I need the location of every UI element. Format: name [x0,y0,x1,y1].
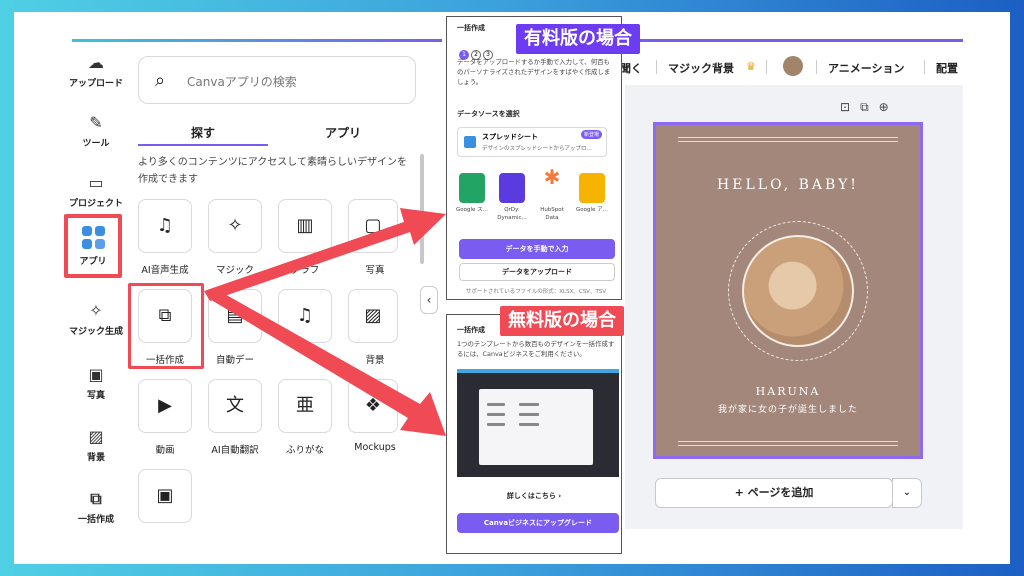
preview-line [487,423,505,426]
free-description: 1つのテンプレートから数百ものデザインを一括作成するには、Canvaビジネスをご… [457,340,615,358]
arrow-to-paid [204,208,446,301]
qr-code-icon [499,173,525,203]
source-qrdy[interactable]: QrDy: Dynamic... [495,173,529,222]
supported-formats: サポートされているファイルの形式：XLSX、CSV、TSV [465,289,607,295]
source-hubspot[interactable]: ✱ HubSpot Data [535,167,569,222]
manual-input-button[interactable]: データを手動で入力 [459,239,615,259]
data-source-heading: データソースを選択 [457,110,520,118]
analytics-icon [579,173,605,203]
preview-window [479,389,593,465]
google-sheets-icon [459,173,485,203]
upload-data-button[interactable]: データをアップロード [459,263,615,281]
preview-line [519,413,539,416]
preview-line [487,403,505,406]
spreadsheet-subtitle: デザインのスプレッドシートからアップロ... [482,146,592,152]
arrow-to-free [208,288,446,436]
free-version-badge: 無料版の場合 [500,306,624,336]
paid-bulk-create-panel: 一括作成 123 データをアップロードするか手動で入力して、何百ものパーソナライ… [446,16,622,300]
spreadsheet-title: スプレッドシート [482,133,538,141]
hubspot-icon: ✱ [539,167,565,203]
source-label: HubSpot Data [540,207,564,221]
new-badge: 新登場 [580,130,602,139]
preview-line [519,423,539,426]
preview-line [487,413,505,416]
source-google-sheets[interactable]: Google ス... [455,173,489,214]
paid-title: 一括作成 [457,24,485,32]
free-bulk-create-panel: 一括作成 1つのテンプレートから数百ものデザインを一括作成するには、Canvaビ… [446,314,622,554]
paid-description: データをアップロードするか手動で入力して、何百ものパーソナライズされたデザインを… [457,58,611,86]
source-google-analytics[interactable]: Google ア... [575,173,609,214]
spreadsheet-option[interactable]: スプレッドシート デザインのスプレッドシートからアップロ... 新登場 [457,127,607,157]
feature-preview-image [457,369,619,477]
source-label: QrDy: Dynamic... [497,207,527,221]
upgrade-button[interactable]: Canvaビジネスにアップグレード [457,513,619,533]
source-label: Google ア... [576,207,608,213]
free-title: 一括作成 [457,326,485,334]
learn-more-link[interactable]: 詳しくはこちら › [447,491,621,501]
paid-version-badge: 有料版の場合 [516,24,640,54]
preview-line [519,403,539,406]
source-label: Google ス... [456,207,488,213]
spreadsheet-icon [464,136,476,148]
